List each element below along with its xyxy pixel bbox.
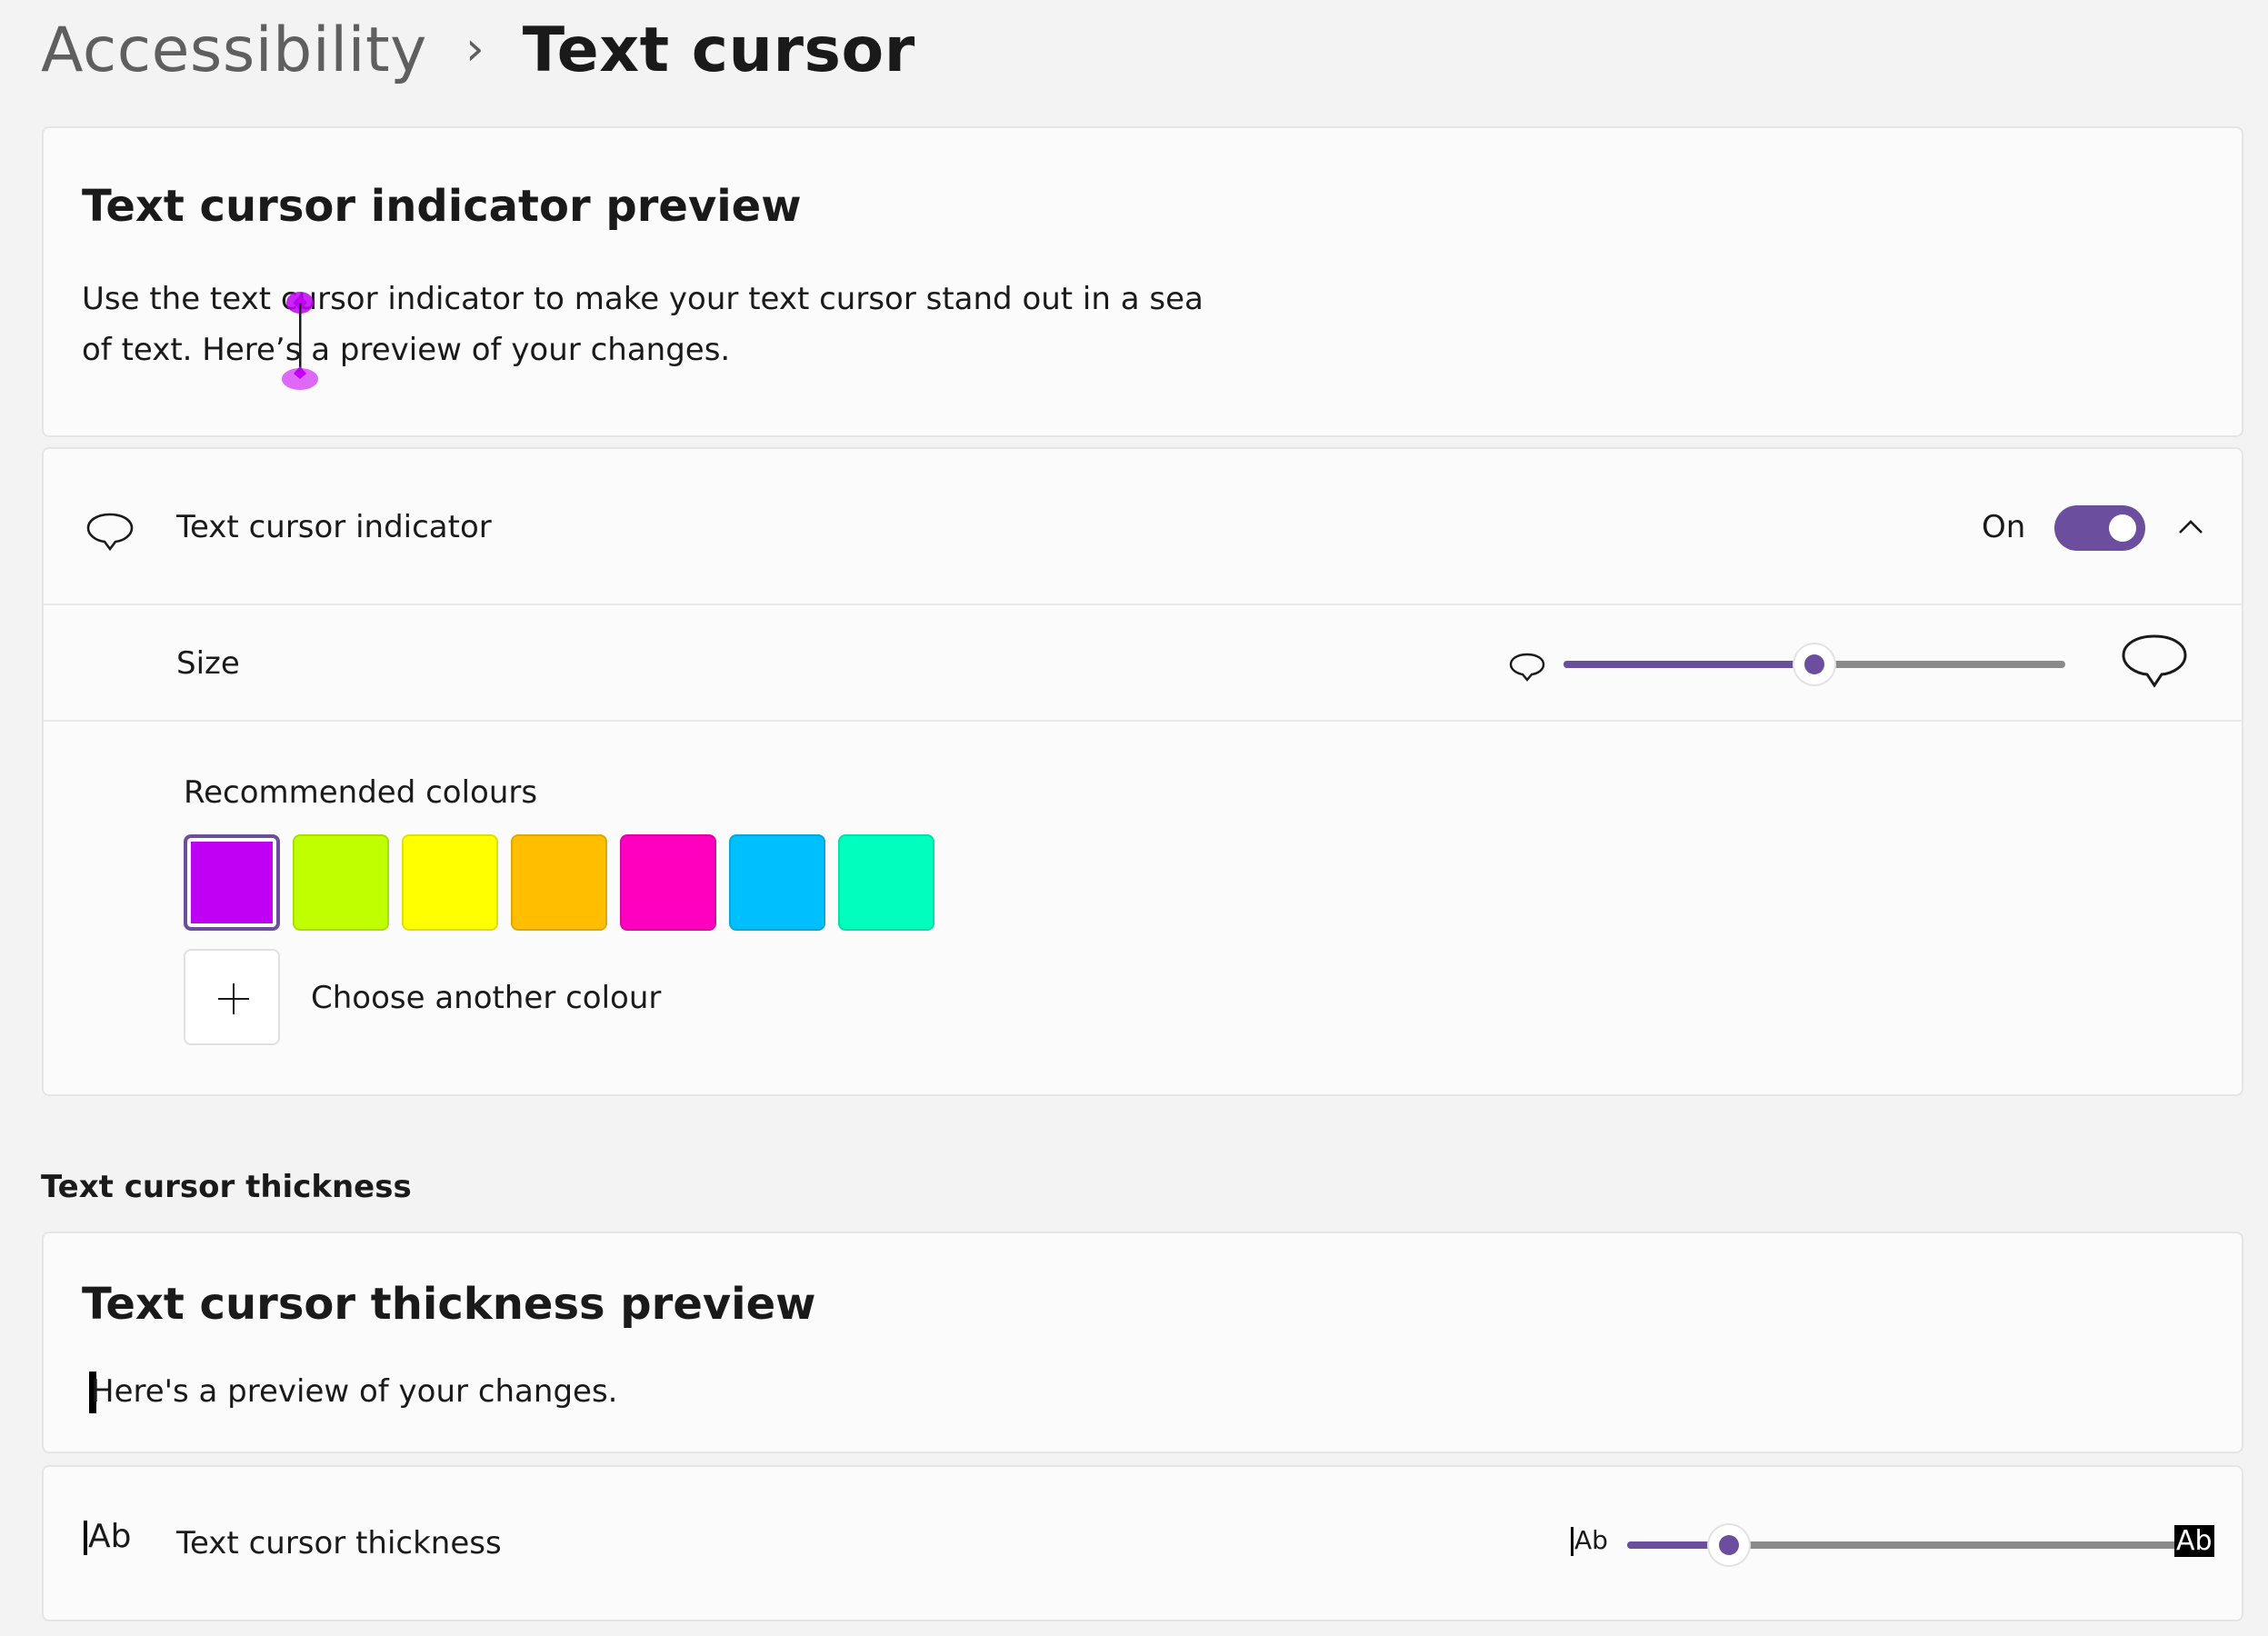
thickness-section-heading: Text cursor thickness — [41, 1169, 412, 1205]
size-slider-fill — [1564, 661, 1814, 668]
indicator-preview-line-2: of text. Here’s a preview of your change… — [82, 332, 731, 368]
indicator-preview-text: Use the text cursor indicator to make yo… — [82, 274, 1204, 375]
text-cursor-indicator-icon — [86, 513, 134, 552]
chevron-up-icon[interactable] — [2173, 509, 2209, 545]
text-cursor-indicator-preview-icon — [282, 292, 318, 390]
text-cursor-thickness-label: Text cursor thickness — [176, 1525, 502, 1561]
indicator-settings-card: Text cursor indicator On Size Recommende… — [42, 447, 2243, 1096]
breadcrumb-accessibility-link[interactable]: Accessibility — [41, 15, 427, 86]
ab-small-glyph: Ab — [1574, 1525, 1608, 1555]
colour-swatch-1[interactable] — [184, 834, 280, 931]
size-slider-thumb[interactable] — [1794, 644, 1834, 684]
choose-another-colour-label[interactable]: Choose another colour — [311, 980, 661, 1016]
caret-bar — [1571, 1527, 1574, 1556]
recommended-colours-label: Recommended colours — [184, 774, 538, 811]
add-colour-button[interactable] — [184, 949, 280, 1045]
indicator-toggle[interactable] — [2054, 505, 2145, 551]
indicator-preview-title: Text cursor indicator preview — [82, 181, 802, 232]
colour-swatch-2[interactable] — [293, 834, 389, 931]
text-cursor-thickness-icon: Ab — [84, 1518, 131, 1555]
breadcrumb-chevron-icon: › — [465, 21, 485, 76]
thickness-settings-card: Ab Text cursor thickness Ab Ab — [42, 1465, 2243, 1621]
size-slider[interactable] — [1564, 644, 2065, 684]
breadcrumb: Accessibility › Text cursor — [41, 15, 915, 86]
caret-bar — [84, 1521, 87, 1555]
size-label: Size — [176, 645, 240, 682]
large-indicator-icon — [2122, 634, 2187, 688]
toggle-knob — [2109, 514, 2136, 542]
indicator-preview-line-1: Use the text cursor indicator to make yo… — [82, 281, 1204, 317]
row-divider — [44, 604, 2242, 605]
thick-cursor-icon: Ab — [2174, 1525, 2214, 1557]
thick-ab-glyph: Ab — [2174, 1525, 2214, 1557]
colour-swatch-4[interactable] — [511, 834, 607, 931]
thickness-slider-thumb[interactable] — [1709, 1525, 1749, 1565]
indicator-toggle-state: On — [1982, 509, 2026, 545]
indicator-preview-card: Text cursor indicator preview Use the te… — [42, 126, 2243, 437]
thickness-slider[interactable] — [1627, 1525, 2193, 1565]
page-title: Text cursor — [522, 15, 915, 86]
colour-swatch-7[interactable] — [838, 834, 934, 931]
ab-glyph: Ab — [88, 1518, 132, 1555]
thickness-preview-title: Text cursor thickness preview — [82, 1279, 816, 1330]
settings-page: Accessibility › Text cursor Text cursor … — [0, 0, 2268, 1636]
colour-swatch-3[interactable] — [402, 834, 498, 931]
colour-swatch-5[interactable] — [620, 834, 716, 931]
thin-cursor-icon: Ab — [1571, 1525, 1608, 1556]
text-cursor-indicator-label: Text cursor indicator — [176, 509, 492, 545]
colour-swatch-6[interactable] — [729, 834, 825, 931]
small-indicator-icon — [1509, 653, 1545, 682]
row-divider — [44, 720, 2242, 722]
thickness-preview-text: Here's a preview of your changes. — [91, 1373, 618, 1410]
thickness-preview-card: Text cursor thickness preview Here's a p… — [42, 1232, 2243, 1453]
